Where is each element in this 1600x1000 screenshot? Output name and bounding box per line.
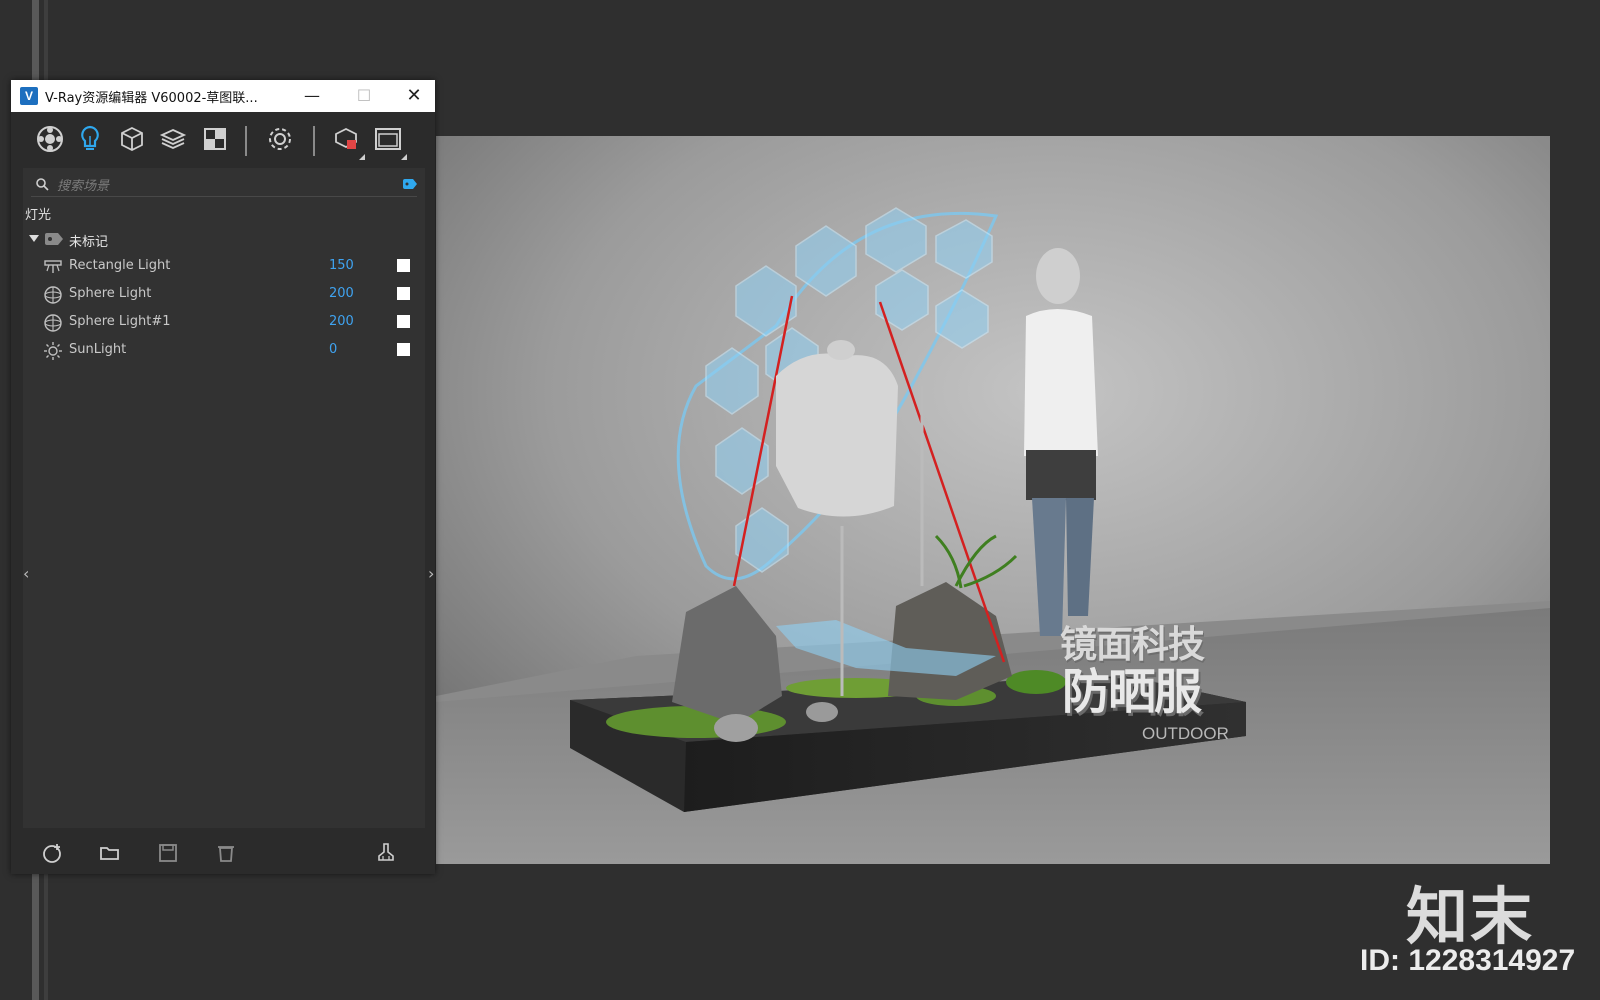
chevron-down-icon[interactable]: [29, 235, 39, 242]
scene-title-line2: 防晒服: [1062, 664, 1202, 720]
toolbar-separator: [245, 126, 247, 156]
maximize-button[interactable]: ☐: [341, 80, 387, 112]
delete-icon[interactable]: [215, 842, 237, 864]
light-row[interactable]: Sphere Light 200: [43, 282, 419, 308]
light-enable-checkbox[interactable]: [397, 315, 410, 328]
lights-panel: 灯光 未标记 Rectangle Light 150 Sphere Light 200…: [23, 168, 434, 828]
light-enable-checkbox[interactable]: [397, 287, 410, 300]
light-name: SunLight: [69, 342, 127, 357]
sphere-light-icon: [43, 285, 63, 305]
light-row[interactable]: Sphere Light#1 200: [43, 310, 419, 336]
frame-buffer-caret[interactable]: [401, 154, 407, 160]
render-viewport[interactable]: 镜面科技 防晒服 OUTDOOR: [436, 136, 1550, 864]
purge-icon[interactable]: [375, 842, 397, 864]
vray-app-icon: V: [20, 87, 38, 105]
render-options-caret[interactable]: [359, 154, 365, 160]
section-title: 灯光: [25, 208, 52, 223]
window-titlebar[interactable]: V V-Ray资源编辑器 V60002-草图联... — ☐ ✕: [11, 80, 435, 112]
editor-bottombar: [11, 832, 435, 874]
geometry-icon[interactable]: [117, 124, 147, 154]
search-input[interactable]: [55, 176, 359, 196]
render-scene: [436, 136, 1550, 864]
vray-asset-editor-window: V V-Ray资源编辑器 V60002-草图联... — ☐ ✕ 搜索场景 灯光…: [11, 80, 435, 874]
light-name: Sphere Light: [69, 286, 152, 301]
window-title: V-Ray资源编辑器 V60002-草图联...: [45, 91, 258, 106]
filter-tag-icon[interactable]: [403, 179, 417, 189]
watermark-id: ID: 1228314927: [1360, 944, 1576, 977]
light-intensity[interactable]: 0: [329, 342, 337, 357]
textures-icon[interactable]: [200, 124, 230, 154]
scene-search: [31, 174, 417, 197]
sun-light-icon: [43, 341, 63, 361]
scene-subtitle: OUTDOOR: [1142, 724, 1229, 743]
open-folder-icon[interactable]: [99, 842, 121, 864]
materials-icon[interactable]: [35, 124, 65, 154]
group-label: 未标记: [69, 235, 109, 250]
add-icon[interactable]: [41, 842, 63, 864]
tag-icon: [45, 233, 63, 245]
expand-right-icon[interactable]: ›: [428, 564, 434, 583]
editor-toolbar: [11, 112, 435, 164]
light-name: Sphere Light#1: [69, 314, 171, 329]
light-enable-checkbox[interactable]: [397, 259, 410, 272]
light-intensity[interactable]: 200: [329, 314, 354, 329]
settings-icon[interactable]: [265, 124, 295, 154]
search-icon: [36, 178, 49, 191]
toolbar-separator: [313, 126, 315, 156]
collapse-left-icon[interactable]: ‹: [23, 564, 29, 583]
watermark-logo: 知末: [1406, 880, 1535, 953]
render-icon[interactable]: [331, 124, 361, 154]
light-name: Rectangle Light: [69, 258, 171, 273]
light-row[interactable]: SunLight 0: [43, 338, 419, 364]
sphere-light-icon: [43, 313, 63, 333]
light-enable-checkbox[interactable]: [397, 343, 410, 356]
close-button[interactable]: ✕: [391, 80, 437, 112]
light-row[interactable]: Rectangle Light 150: [43, 254, 419, 280]
frame-buffer-icon[interactable]: [373, 124, 403, 154]
save-icon[interactable]: [157, 842, 179, 864]
light-intensity[interactable]: 150: [329, 258, 354, 273]
group-untagged[interactable]: 未标记: [29, 230, 409, 250]
layers-icon[interactable]: [158, 124, 188, 154]
minimize-button[interactable]: —: [289, 80, 335, 112]
rectangle-light-icon: [43, 257, 63, 277]
lights-icon[interactable]: [75, 124, 105, 154]
light-intensity[interactable]: 200: [329, 286, 354, 301]
